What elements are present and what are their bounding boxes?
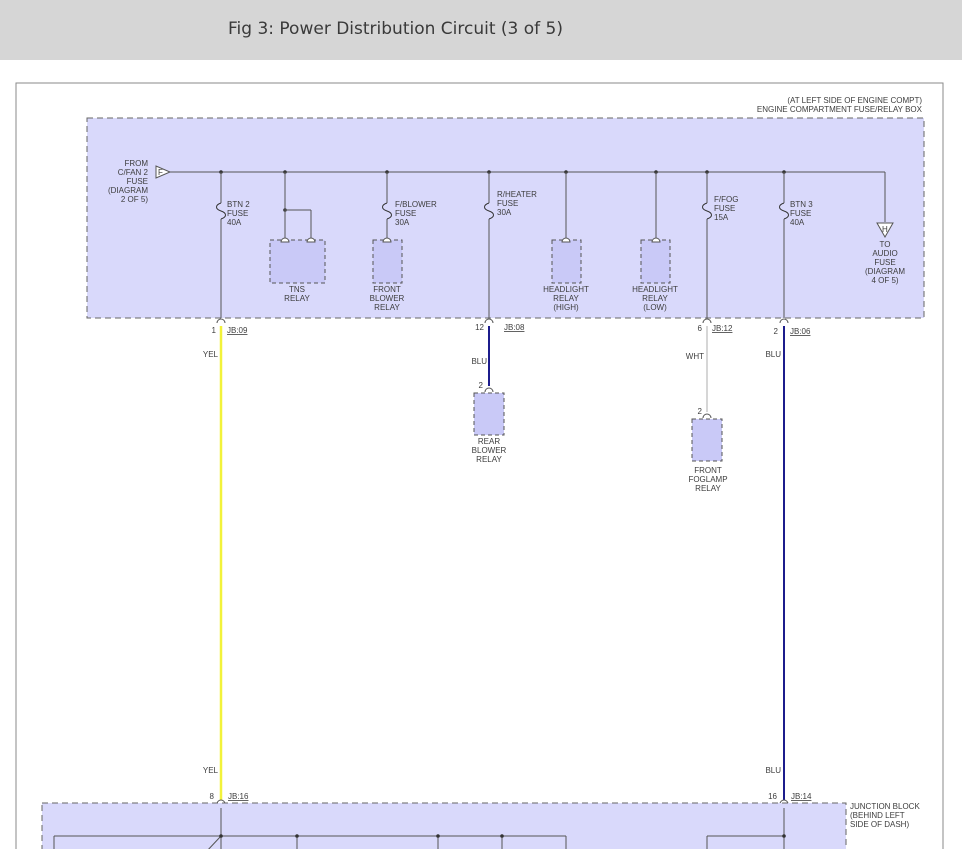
relay-label-line: HEADLIGHT (543, 285, 589, 294)
pin-number: 12 (475, 323, 484, 332)
pin-number: 8 (210, 792, 215, 801)
to-label-line: TO (880, 240, 891, 249)
relay-label-line: RELAY (553, 294, 579, 303)
fuse-label-line: BTN 2 (227, 200, 250, 209)
fuse-label-line: 40A (790, 218, 805, 227)
jb-connector-label: JB:16 (228, 792, 249, 801)
rear-blower-relay-box (473, 392, 505, 436)
relay-label-line: RELAY (374, 303, 400, 312)
from-label-line: (DIAGRAM (108, 186, 148, 195)
fuse-label-line: 30A (395, 218, 410, 227)
output-connectors (216, 318, 789, 324)
jb-connector-label: JB:12 (712, 324, 733, 333)
output-3: 6 JB:12 WHT (686, 324, 733, 361)
relay-label-line: RELAY (642, 294, 668, 303)
bottom-yel-connection: YEL 8 JB:16 (203, 766, 249, 805)
relay-label-line: RELAY (695, 484, 721, 493)
pin-number: 2 (774, 327, 779, 336)
relay-label-line: (HIGH) (553, 303, 579, 312)
output-2: 12 JB:08 BLU (471, 323, 525, 366)
relay-label-line: FOGLAMP (688, 475, 727, 484)
fuse-label-line: 40A (227, 218, 242, 227)
to-label-line: FUSE (874, 258, 895, 267)
front-blower-relay-box (372, 239, 403, 284)
relay-label-line: (LOW) (643, 303, 667, 312)
relay-label-line: REAR (478, 437, 500, 446)
relay-label-line: RELAY (476, 455, 502, 464)
from-label-line: FUSE (127, 177, 148, 186)
relay-label-line: FRONT (694, 466, 722, 475)
from-label-line: C/FAN 2 (118, 168, 149, 177)
front-blower-relay-label: FRONT BLOWER RELAY (370, 285, 405, 312)
output-1: 1 JB:09 YEL (203, 326, 248, 359)
fuse-label-line: FUSE (714, 204, 735, 213)
fuse-label-line: F/BLOWER (395, 200, 437, 209)
fuse-label-line: FUSE (497, 199, 518, 208)
fuse-label-line: 15A (714, 213, 729, 222)
junction-block-label-line: JUNCTION BLOCK (850, 802, 920, 811)
wire-color-label: BLU (765, 350, 781, 359)
front-foglamp-pin: 2 (698, 407, 703, 416)
from-label-line: 2 OF 5) (121, 195, 148, 204)
from-connector-letter: F (158, 168, 163, 177)
tns-relay-box (269, 239, 326, 284)
fuse-label-line: 30A (497, 208, 512, 217)
headlight-low-relay-box (640, 239, 671, 284)
to-label-line: (DIAGRAM (865, 267, 905, 276)
circuit-diagram: (AT LEFT SIDE OF ENGINE COMPT) ENGINE CO… (0, 82, 962, 864)
fuse-label-line: FUSE (227, 209, 248, 218)
fuse-label-line: R/HEATER (497, 190, 537, 199)
relay-label-line: BLOWER (370, 294, 405, 303)
bottom-cutoff (0, 849, 962, 864)
jb-connector-label: JB:09 (227, 326, 248, 335)
relay-label-line: TNS (289, 285, 305, 294)
relay-label-line: BLOWER (472, 446, 507, 455)
bottom-blu-connection: BLU 16 JB:14 (765, 766, 812, 805)
front-foglamp-relay-label: FRONT FOGLAMP RELAY (688, 466, 727, 493)
jb-connector-label: JB:08 (504, 323, 525, 332)
rear-blower-terminal (484, 387, 494, 393)
rear-blower-relay-label: REAR BLOWER RELAY (472, 437, 507, 464)
wire-color-label: WHT (686, 352, 704, 361)
fuse-label-line: BTN 3 (790, 200, 813, 209)
jb-connector-label: JB:14 (791, 792, 812, 801)
to-connector-letter: H (882, 225, 888, 234)
fuse-label-line: FUSE (790, 209, 811, 218)
pin-number: 16 (768, 792, 777, 801)
to-label-line: 4 OF 5) (871, 276, 898, 285)
from-label-line: FROM (124, 159, 148, 168)
wire-color-label: BLU (471, 357, 487, 366)
rear-blower-pin: 2 (479, 381, 484, 390)
jb-connector-label: JB:06 (790, 327, 811, 336)
junction-block-label-line: (BEHIND LEFT (850, 811, 905, 820)
box-note-name: ENGINE COMPARTMENT FUSE/RELAY BOX (757, 105, 923, 114)
wire-color-label: YEL (203, 766, 219, 775)
front-foglamp-relay-box (691, 418, 723, 462)
junction-block-label-line: SIDE OF DASH) (850, 820, 909, 829)
pin-number: 6 (698, 324, 703, 333)
wire-color-label: YEL (203, 350, 219, 359)
output-4: 2 JB:06 BLU (765, 327, 811, 359)
to-label-line: AUDIO (872, 249, 897, 258)
relay-label-line: FRONT (373, 285, 401, 294)
fuse-label-line: F/FOG (714, 195, 738, 204)
wire-color-label: BLU (765, 766, 781, 775)
pin-number: 1 (212, 326, 217, 335)
fuse-label-line: FUSE (395, 209, 416, 218)
relay-label-line: HEADLIGHT (632, 285, 678, 294)
headlight-high-relay-box (551, 239, 582, 284)
relay-label-line: RELAY (284, 294, 310, 303)
box-note-location: (AT LEFT SIDE OF ENGINE COMPT) (787, 96, 922, 105)
front-foglamp-terminal (702, 413, 712, 419)
junction-block-label: JUNCTION BLOCK (BEHIND LEFT SIDE OF DASH… (850, 802, 920, 829)
